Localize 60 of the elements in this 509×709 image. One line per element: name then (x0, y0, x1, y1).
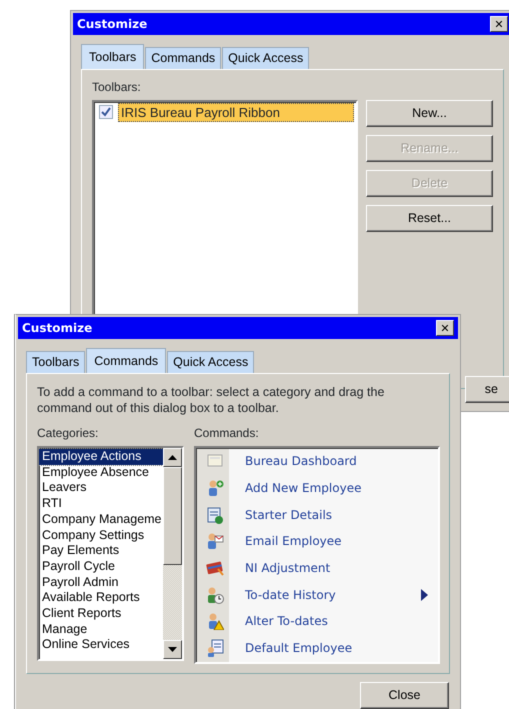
tab[interactable]: Quick Access (222, 47, 310, 69)
list-item[interactable]: Company Manageme (39, 512, 163, 528)
tab[interactable]: Toolbars (26, 351, 86, 373)
list-item[interactable]: Online Services (39, 637, 163, 654)
list-item[interactable]: To-date History (196, 581, 438, 608)
close-button[interactable]: se (465, 376, 509, 403)
close-button[interactable]: ✕ (436, 320, 454, 336)
tab[interactable]: Quick Access (167, 351, 254, 373)
item-label: Default Employee (244, 640, 354, 658)
checkbox[interactable] (99, 105, 113, 119)
list-item[interactable]: Alter To-dates (196, 608, 438, 635)
list-item[interactable]: Employee Actions (39, 449, 163, 465)
dialog-button[interactable]: New... (366, 100, 493, 127)
close-button[interactable]: ✕ (490, 16, 508, 32)
list-item[interactable]: Bureau Dashboard (196, 448, 438, 475)
scrollbar[interactable] (163, 448, 182, 659)
dialog-button[interactable]: Reset... (366, 205, 493, 232)
close-button[interactable]: Close (360, 682, 449, 709)
user-mail-icon (206, 532, 224, 550)
scroll-up-button[interactable] (163, 448, 182, 467)
field-label: Toolbars: (92, 79, 142, 96)
list-item[interactable]: RTI (39, 496, 163, 512)
list-item[interactable]: Email Employee (196, 528, 438, 555)
list-item[interactable]: Employee Absence (39, 464, 163, 480)
item-label: Starter Details (244, 506, 334, 524)
item-label: Bureau Dashboard (244, 453, 358, 470)
user-clock-icon (206, 586, 224, 604)
up-arrow-icon (168, 455, 177, 460)
list-item[interactable]: Company Settings (39, 528, 163, 544)
list-item[interactable]: NI Adjustment (196, 554, 438, 582)
list-item[interactable]: Pay Elements (39, 543, 163, 559)
window-title: Customize (77, 16, 148, 33)
list-item[interactable]: Starter Details (196, 501, 438, 528)
card-icon (206, 559, 224, 578)
instruction-text: To add a command to a toolbar: select a category and drag the command out of this dialog box to a toolbar. (37, 384, 386, 416)
list-item[interactable]: Payroll Admin (39, 574, 163, 590)
item-label: Email Employee (244, 533, 343, 550)
document-user-icon (206, 639, 224, 658)
field-label: Commands: (194, 425, 260, 442)
tab[interactable]: Commands (86, 348, 166, 373)
item-label: Add New Employee (244, 480, 362, 498)
down-arrow-icon (168, 647, 177, 652)
list-item[interactable]: Payroll Cycle (39, 558, 163, 575)
item-label: NI Adjustment (244, 560, 332, 578)
list-item[interactable]: Manage (39, 622, 163, 638)
tab[interactable]: Toolbars (81, 44, 144, 69)
window-title: Customize (22, 320, 92, 337)
list-item[interactable]: Add New Employee (196, 474, 438, 502)
list-item[interactable]: Client Reports (39, 606, 163, 622)
list-item[interactable]: Available Reports (39, 590, 163, 606)
field-label: Categories: (37, 425, 100, 442)
tab[interactable]: Commands (145, 47, 222, 69)
form-icon (206, 506, 224, 524)
scroll-thumb[interactable] (163, 467, 182, 565)
scroll-down-button[interactable] (163, 640, 182, 659)
list-item[interactable]: Default Employee (196, 634, 438, 662)
list-item[interactable]: Leavers (39, 480, 163, 496)
item-label: Alter To-dates (244, 613, 329, 630)
item-label: To-date History (244, 586, 337, 604)
item-label: IRIS Bureau Payroll Ribbon (121, 105, 280, 120)
